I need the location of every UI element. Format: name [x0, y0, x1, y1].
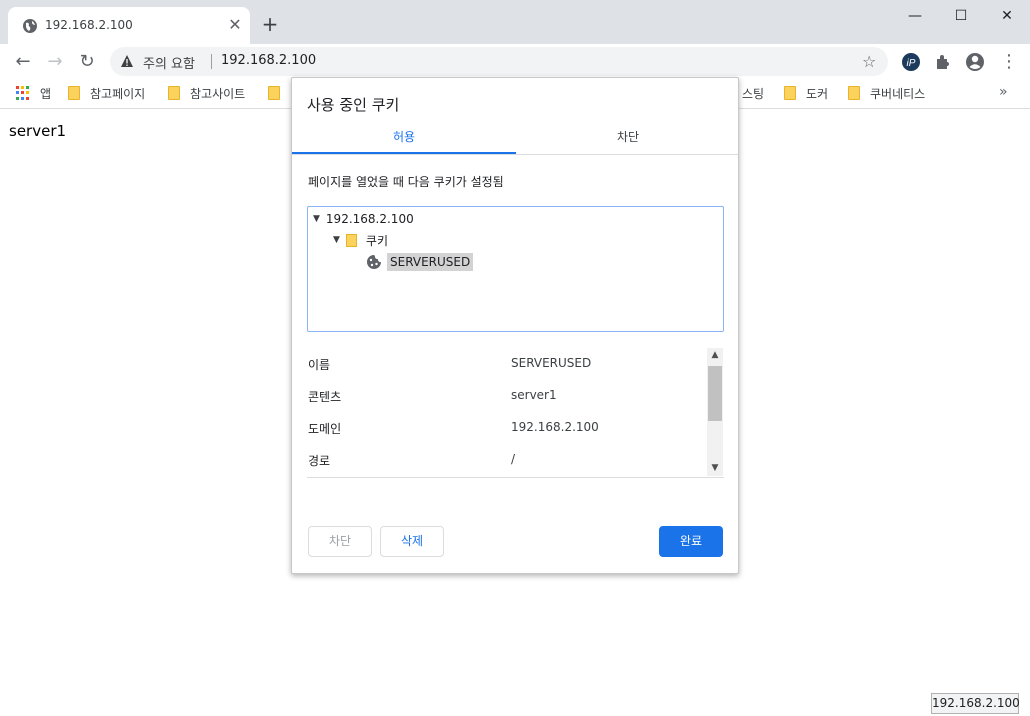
url-separator: [211, 54, 212, 69]
bookmark-folder[interactable]: 스팅: [742, 84, 764, 102]
profile-avatar-icon[interactable]: [964, 51, 986, 73]
bookmark-label: 도커: [806, 86, 829, 101]
details-scrollbar[interactable]: ▲ ▼: [707, 348, 723, 476]
bookmark-star-icon[interactable]: ☆: [862, 52, 876, 71]
bookmark-label: 참고페이지: [90, 86, 146, 101]
bookmark-folder[interactable]: 쿠버네티스: [848, 84, 925, 102]
bookmark-label: 참고사이트: [190, 86, 246, 101]
browser-toolbar: ← → ↻ 주의 요함 192.168.2.100 ☆ iP ⋮: [0, 44, 1030, 79]
expand-triangle-icon[interactable]: ▼: [333, 235, 340, 245]
globe-icon: [23, 19, 37, 33]
detail-label-domain: 도메인: [308, 422, 342, 436]
delete-button[interactable]: 삭제: [380, 526, 444, 557]
url-text[interactable]: 192.168.2.100: [221, 53, 316, 68]
tree-cookie-label: SERVERUSED: [387, 253, 474, 271]
folder-icon: [168, 86, 180, 100]
folder-icon: [345, 233, 357, 247]
bookmark-folder[interactable]: [268, 84, 290, 102]
active-tab-indicator: [292, 152, 516, 154]
scrollbar-thumb[interactable]: [708, 366, 722, 421]
detail-label-name: 이름: [308, 358, 331, 372]
maximize-button[interactable]: ☐: [938, 0, 984, 32]
detail-value-name: SERVERUSED: [511, 356, 592, 370]
ipfs-extension-icon[interactable]: iP: [900, 51, 922, 73]
close-window-button[interactable]: ✕: [984, 0, 1030, 32]
back-button[interactable]: ←: [10, 49, 36, 75]
security-warning-label[interactable]: 주의 요함: [143, 53, 195, 72]
address-bar[interactable]: 주의 요함 192.168.2.100 ☆: [110, 47, 888, 76]
tree-folder-row[interactable]: ▼ 쿠키: [333, 231, 388, 249]
link-status-bubble: 192.168.2.100: [931, 693, 1020, 714]
done-button[interactable]: 완료: [659, 526, 723, 557]
bookmark-folder[interactable]: 참고페이지: [68, 84, 145, 102]
title-bar: 192.168.2.100 ✕ + — ☐ ✕: [0, 0, 1030, 44]
minimize-button[interactable]: —: [892, 0, 938, 32]
reload-button[interactable]: ↻: [74, 49, 100, 75]
bookmark-label: 앱: [40, 86, 52, 101]
bookmark-label: 스팅: [742, 86, 765, 101]
bookmark-folder[interactable]: 참고사이트: [168, 84, 245, 102]
tree-host-label: 192.168.2.100: [325, 212, 414, 226]
tab-allowed[interactable]: 허용: [292, 128, 516, 154]
folder-icon: [68, 86, 80, 100]
tab-title: 192.168.2.100: [45, 18, 133, 32]
browser-tab[interactable]: 192.168.2.100 ✕: [8, 7, 250, 44]
new-tab-button[interactable]: +: [259, 13, 281, 35]
detail-label-path: 경로: [308, 454, 331, 468]
scroll-down-icon[interactable]: ▼: [707, 461, 723, 475]
folder-icon: [848, 86, 860, 100]
bookmark-apps[interactable]: 앱: [16, 84, 51, 102]
detail-label-content: 콘텐츠: [308, 390, 342, 404]
tab-close-icon[interactable]: ✕: [226, 16, 244, 34]
scroll-up-icon[interactable]: ▲: [707, 348, 723, 362]
cookies-dialog: 사용 중인 쿠키 허용 차단 페이지를 열었을 때 다음 쿠키가 설정됨 ▼ 1…: [291, 77, 739, 574]
dialog-title: 사용 중인 쿠키: [307, 96, 400, 114]
apps-grid-icon: [16, 86, 30, 100]
cookie-icon: [367, 255, 381, 269]
menu-kebab-icon[interactable]: ⋮: [996, 49, 1022, 75]
detail-value-path: /: [511, 452, 516, 466]
tabs-divider: [292, 154, 738, 155]
forward-button[interactable]: →: [42, 49, 68, 75]
extensions-puzzle-icon[interactable]: [932, 51, 954, 73]
tree-cookie-row[interactable]: SERVERUSED: [366, 253, 474, 271]
warning-icon[interactable]: [120, 54, 134, 68]
tree-folder-label: 쿠키: [365, 233, 389, 248]
ipfs-label: iP: [907, 58, 916, 69]
bookmark-label: 쿠버네티스: [870, 86, 926, 101]
block-button[interactable]: 차단: [308, 526, 372, 557]
detail-value-content: server1: [511, 388, 557, 402]
cookie-tree[interactable]: ▼ 192.168.2.100 ▼ 쿠키 SERVERUSED: [307, 206, 724, 332]
page-body-text: server1: [9, 122, 67, 140]
cookie-details: 이름 SERVERUSED 콘텐츠 server1 도메인 192.168.2.…: [307, 348, 724, 478]
folder-icon: [784, 86, 796, 100]
dialog-description: 페이지를 열었을 때 다음 쿠키가 설정됨: [308, 175, 504, 189]
bookmark-folder[interactable]: 도커: [784, 84, 828, 102]
detail-value-domain: 192.168.2.100: [511, 420, 599, 434]
expand-triangle-icon[interactable]: ▼: [313, 214, 320, 224]
tab-blocked[interactable]: 차단: [516, 128, 740, 154]
bookmarks-more-icon[interactable]: »: [999, 84, 1008, 100]
tree-host-row[interactable]: ▼ 192.168.2.100: [313, 210, 414, 228]
folder-icon: [268, 86, 280, 100]
